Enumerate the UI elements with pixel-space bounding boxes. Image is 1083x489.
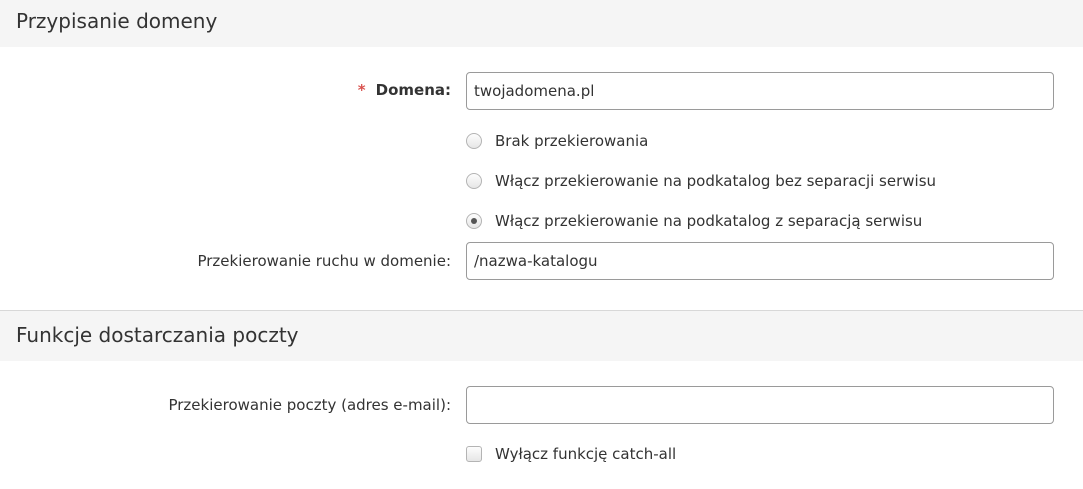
radio-label: Włącz przekierowanie na podkatalog z sep…: [495, 212, 923, 230]
catch-all-option[interactable]: Wyłącz funkcję catch-all: [466, 444, 676, 464]
radio-label: Włącz przekierowanie na podkatalog bez s…: [495, 172, 937, 190]
required-asterisk: *: [357, 81, 366, 99]
radio-option-redirect-without-separation[interactable]: Włącz przekierowanie na podkatalog bez s…: [466, 171, 936, 191]
section-header-domain-assignment: Przypisanie domeny: [0, 0, 1083, 47]
domain-label-text: Domena:: [375, 81, 451, 99]
radio-button-selected[interactable]: [466, 213, 482, 229]
domain-input[interactable]: [466, 72, 1054, 110]
radio-option-no-redirect[interactable]: Brak przekierowania: [466, 131, 648, 151]
domain-label: * Domena:: [358, 81, 451, 99]
radio-label: Brak przekierowania: [495, 132, 649, 150]
radio-button[interactable]: [466, 133, 482, 149]
mail-redirect-label: Przekierowanie poczty (adres e-mail):: [168, 396, 451, 414]
traffic-redirect-input[interactable]: [466, 242, 1054, 280]
section-header-mail-delivery: Funkcje dostarczania poczty: [0, 310, 1083, 361]
catch-all-label: Wyłącz funkcję catch-all: [495, 445, 677, 463]
mail-redirect-input[interactable]: [466, 386, 1054, 424]
radio-button[interactable]: [466, 173, 482, 189]
catch-all-checkbox[interactable]: [466, 446, 482, 462]
traffic-redirect-label: Przekierowanie ruchu w domenie:: [197, 252, 451, 270]
radio-option-redirect-with-separation[interactable]: Włącz przekierowanie na podkatalog z sep…: [466, 211, 922, 231]
section-title: Przypisanie domeny: [16, 9, 218, 33]
section-title: Funkcje dostarczania poczty: [16, 323, 299, 347]
